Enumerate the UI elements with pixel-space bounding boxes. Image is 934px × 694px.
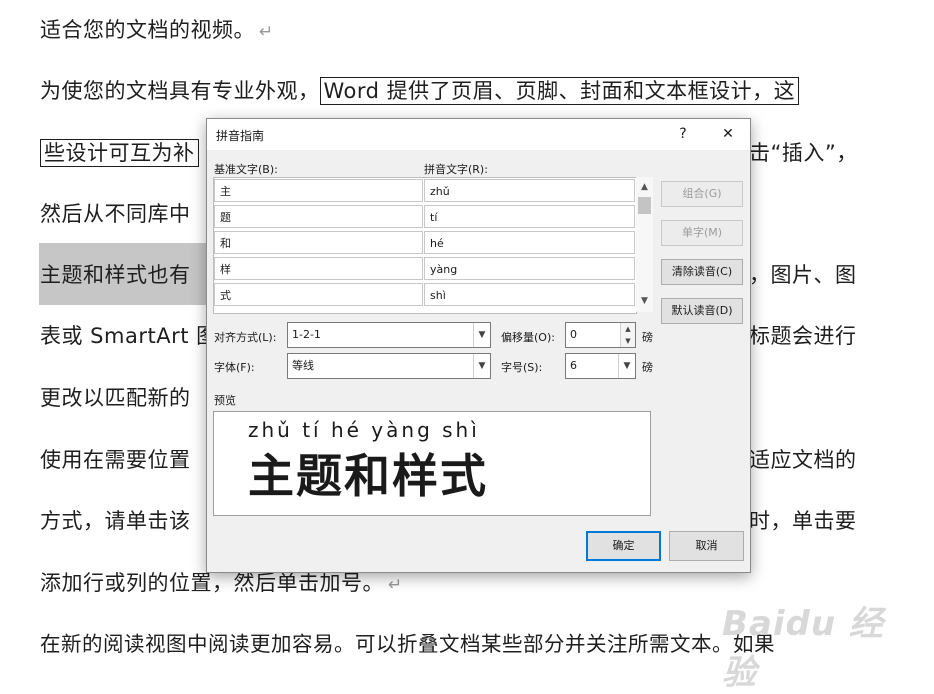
scroll-thumb[interactable]	[638, 197, 651, 214]
clear-reading-button[interactable]: 清除读音(C)	[661, 259, 743, 285]
doc-line-9-right: 时，单击要	[749, 509, 857, 533]
align-label: 对齐方式(L):	[214, 331, 277, 344]
doc-line-3-right: 击“插入”，	[749, 141, 858, 165]
doc-line-7: 更改以匹配新的	[40, 386, 191, 410]
stepper-down-icon[interactable]: ▼	[620, 335, 635, 347]
group-button[interactable]: 组合(G)	[661, 181, 743, 207]
doc-line-8-right: 适应文档的	[749, 448, 857, 472]
preview-box: zhǔ tí hé yàng shì 主题和样式	[213, 411, 651, 516]
doc-line-9: 方式，请单击该	[40, 509, 191, 533]
pinyin-grid: 主 zhǔ 题 tí 和 hé 样 yàng 式 shì	[213, 177, 637, 314]
preview-label: 预览	[214, 394, 236, 407]
grid-row: 主 zhǔ	[214, 178, 636, 203]
grid-row: 式 shì	[214, 282, 636, 307]
doc-line-8: 使用在需要位置	[40, 448, 191, 472]
grid-scrollbar[interactable]: ▲ ▼	[636, 177, 653, 312]
ruby-text-cell[interactable]: tí	[424, 205, 635, 228]
boxed-text: Word 提供了页眉、页脚、封面和文本框设计，这	[319, 77, 800, 105]
base-text-label: 基准文字(B):	[214, 163, 278, 176]
grid-row: 样 yàng	[214, 256, 636, 281]
chevron-down-icon: ▼	[473, 354, 490, 378]
mono-button[interactable]: 单字(M)	[661, 220, 743, 246]
base-text-cell[interactable]: 和	[214, 231, 423, 254]
doc-line-1: 适合您的文档的视频。 ↵	[40, 18, 274, 42]
doc-line-3: 些设计可互为补	[40, 139, 199, 167]
size-select[interactable]: 6 ▼	[565, 353, 636, 379]
pinyin-guide-dialog: 拼音指南 ? ✕ 基准文字(B): 拼音文字(R): 主 zhǔ 题 tí 和 …	[206, 118, 751, 573]
doc-line-10: 添加行或列的位置，然后单击加号。 ↵	[40, 571, 403, 595]
size-label: 字号(S):	[501, 361, 543, 374]
baidu-watermark: Baidu 经验	[722, 604, 884, 693]
cancel-button[interactable]: 取消	[669, 531, 744, 561]
offset-label: 偏移量(O):	[501, 331, 555, 344]
font-select[interactable]: 等线 ▼	[287, 353, 491, 379]
doc-line-11: 在新的阅读视图中阅读更加容易。可以折叠文档某些部分并关注所需文本。如果	[40, 632, 775, 656]
doc-line-5-right: ，图片、图	[749, 263, 857, 287]
preview-pinyin: zhǔ tí hé yàng shì	[248, 418, 480, 442]
scroll-up-icon[interactable]: ▲	[636, 179, 653, 195]
doc-line-6-right: 标题会进行	[749, 324, 857, 348]
chevron-down-icon: ▼	[618, 354, 635, 378]
base-text-cell[interactable]: 题	[214, 205, 423, 228]
grid-row: 和 hé	[214, 230, 636, 255]
ruby-text-cell[interactable]: hé	[424, 231, 635, 254]
doc-line-5: 主题和样式也有	[40, 263, 191, 287]
dialog-titlebar: 拼音指南 ? ✕	[207, 119, 750, 150]
default-reading-button[interactable]: 默认读音(D)	[661, 298, 743, 324]
doc-line-2: 为使您的文档具有专业外观， Word 提供了页眉、页脚、封面和文本框设计，这	[40, 77, 800, 105]
boxed-text-continued: 些设计可互为补	[40, 139, 199, 167]
chevron-down-icon: ▼	[473, 323, 490, 347]
dialog-title: 拼音指南	[216, 129, 265, 143]
scroll-down-icon[interactable]: ▼	[636, 293, 653, 309]
doc-line-6: 表或 SmartArt 图	[40, 324, 218, 348]
preview-text: 主题和样式	[248, 449, 488, 503]
size-unit: 磅	[642, 361, 653, 374]
base-text-cell[interactable]: 主	[214, 179, 423, 202]
ruby-text-label: 拼音文字(R):	[424, 163, 488, 176]
offset-stepper[interactable]: 0 ▲ ▼	[565, 322, 636, 348]
base-text-cell[interactable]: 样	[214, 257, 423, 280]
close-button[interactable]: ✕	[715, 123, 741, 145]
ruby-text-cell[interactable]: zhǔ	[424, 179, 635, 202]
base-text-cell[interactable]: 式	[214, 283, 423, 306]
doc-line-4: 然后从不同库中	[40, 202, 191, 226]
offset-unit: 磅	[642, 331, 653, 344]
stepper-up-icon[interactable]: ▲	[620, 323, 635, 335]
help-button[interactable]: ?	[670, 123, 696, 145]
font-label: 字体(F):	[214, 361, 255, 374]
ruby-text-cell[interactable]: yàng	[424, 257, 635, 280]
grid-row: 题 tí	[214, 204, 636, 229]
align-select[interactable]: 1-2-1 ▼	[287, 322, 491, 348]
ok-button[interactable]: 确定	[586, 531, 661, 561]
ruby-text-cell[interactable]: shì	[424, 283, 635, 306]
